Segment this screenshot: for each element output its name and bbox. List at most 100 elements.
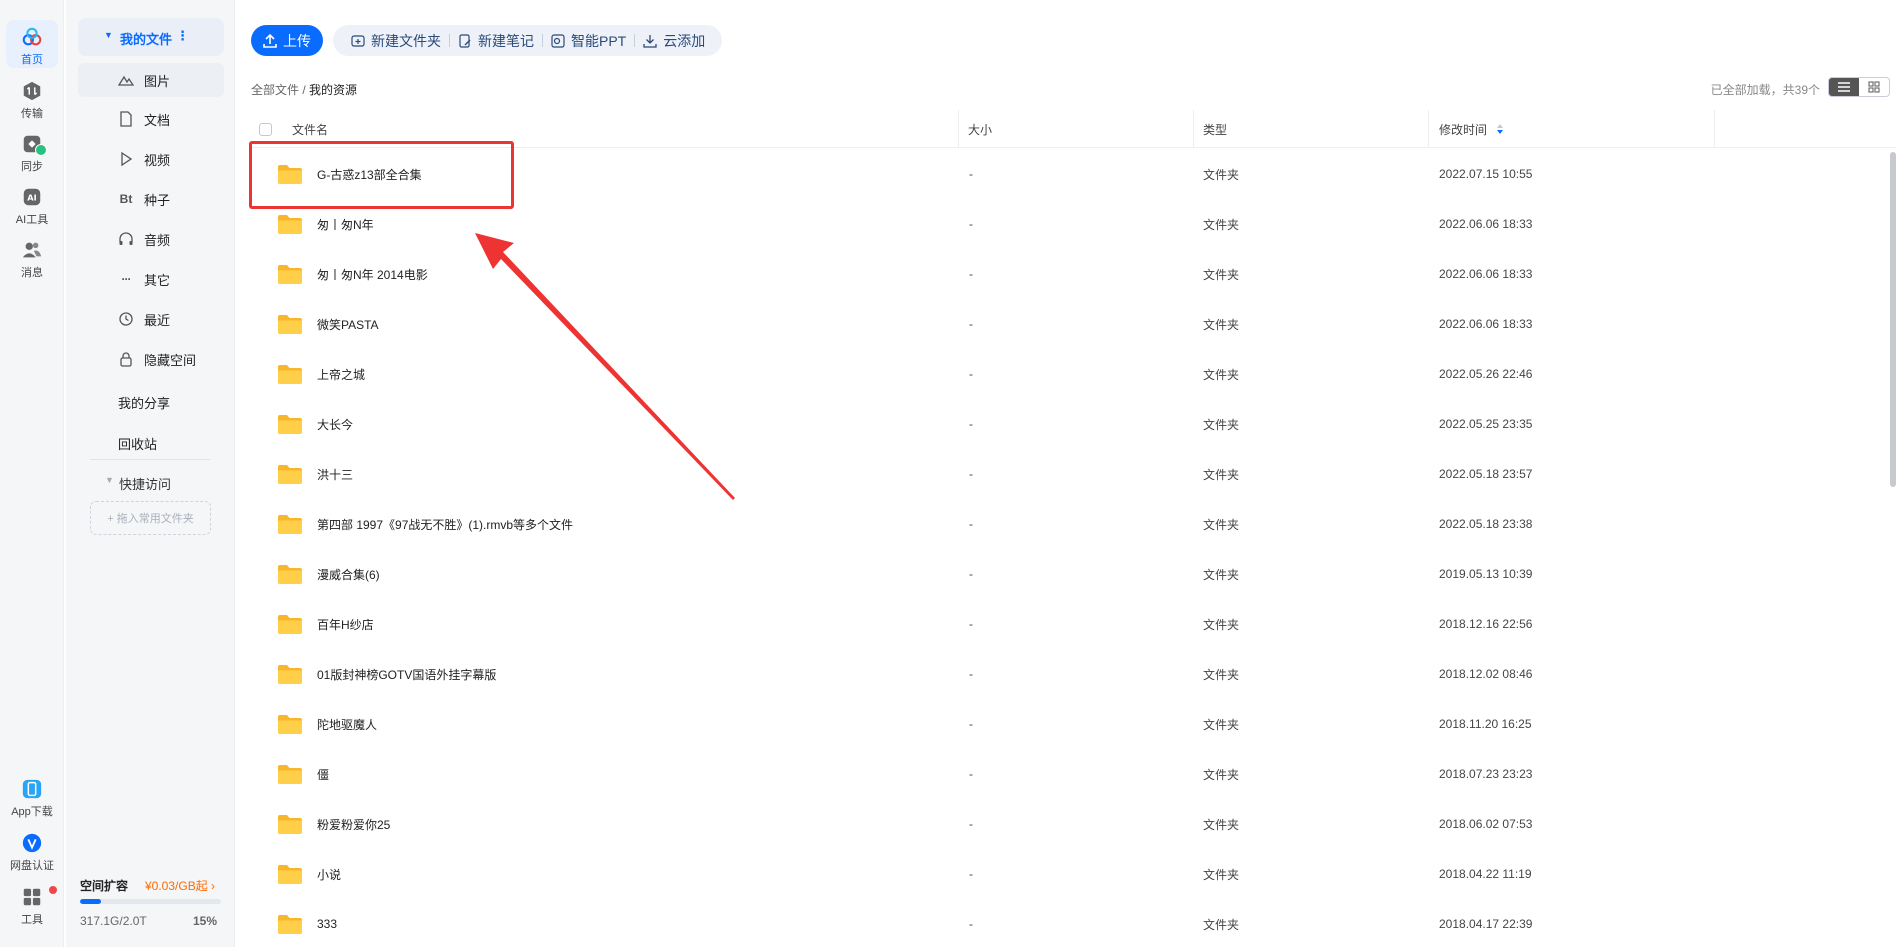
- chevron-right-icon: ›: [211, 879, 216, 893]
- rail-transfer[interactable]: 传输: [0, 80, 64, 121]
- sort-icon: [1497, 124, 1504, 134]
- quota-upgrade-link[interactable]: ¥0.03/GB起 ›: [145, 877, 215, 894]
- file-name[interactable]: 小说: [317, 849, 341, 899]
- breadcrumb-root[interactable]: 全部文件: [251, 83, 299, 97]
- sidebar-item-hidden-space[interactable]: 隐藏空间: [78, 343, 224, 375]
- sidebar-my-files[interactable]: ▼ 我的文件 ⋮: [78, 18, 224, 56]
- sidebar-my-share[interactable]: 我的分享: [118, 393, 170, 412]
- file-name[interactable]: 陀地驱魔人: [317, 699, 377, 749]
- file-modified: 2022.05.26 22:46: [1439, 367, 1533, 381]
- rail-messages-label: 消息: [21, 267, 43, 279]
- file-name[interactable]: 333: [317, 899, 337, 947]
- sidebar-quick-access[interactable]: 快捷访问: [119, 474, 171, 493]
- phone-icon: [22, 779, 42, 799]
- column-divider: [1428, 110, 1429, 148]
- table-row[interactable]: 僵 - 文件夹 2018.07.23 23:23: [251, 749, 1891, 799]
- smart-ppt-button[interactable]: 智能PPT: [543, 31, 634, 51]
- file-modified: 2018.06.02 07:53: [1439, 817, 1533, 831]
- sidebar-item-recent[interactable]: 最近: [78, 303, 224, 335]
- sidebar-item-label: 其它: [144, 272, 171, 288]
- list-view-button[interactable]: [1829, 78, 1859, 96]
- folder-icon: [278, 715, 302, 734]
- quick-access-drop-zone[interactable]: + 拖入常用文件夹: [90, 501, 211, 535]
- headphones-icon: [119, 232, 133, 245]
- sidebar-item-videos[interactable]: 视频: [78, 143, 224, 175]
- svg-text:AI: AI: [27, 193, 36, 203]
- file-name[interactable]: 漫威合集(6): [317, 549, 380, 599]
- file-modified: 2018.12.02 08:46: [1439, 667, 1533, 681]
- grid-view-button[interactable]: [1859, 78, 1889, 96]
- folder-icon: [278, 365, 302, 384]
- new-folder-label: 新建文件夹: [371, 32, 441, 49]
- rail-verify[interactable]: 网盘认证: [0, 832, 64, 873]
- table-row[interactable]: 微笑PASTA - 文件夹 2022.06.06 18:33: [251, 299, 1891, 349]
- rail-tools[interactable]: 工具: [0, 886, 64, 927]
- table-row[interactable]: 陀地驱魔人 - 文件夹 2018.11.20 16:25: [251, 699, 1891, 749]
- file-modified: 2018.12.16 22:56: [1439, 617, 1533, 631]
- folder-icon: [278, 615, 302, 634]
- file-size: -: [969, 167, 973, 181]
- sidebar-item-other[interactable]: ··· 其它: [78, 263, 224, 295]
- file-type: 文件夹: [1203, 417, 1240, 432]
- file-size: -: [969, 667, 973, 681]
- sidebar-recycle-bin[interactable]: 回收站: [118, 434, 157, 453]
- file-name[interactable]: 第四部 1997《97战无不胜》(1).rmvb等多个文件: [317, 499, 573, 549]
- lock-icon: [120, 352, 132, 367]
- sidebar-item-label: 最近: [144, 312, 171, 328]
- table-row[interactable]: 粉爱粉爱你25 - 文件夹 2018.06.02 07:53: [251, 799, 1891, 849]
- rail-ai-tools[interactable]: AI AI工具: [0, 186, 64, 227]
- new-note-button[interactable]: 新建笔记: [450, 31, 542, 51]
- upload-button[interactable]: 上传: [251, 25, 323, 56]
- file-type: 文件夹: [1203, 517, 1240, 532]
- header-modified[interactable]: 修改时间: [1439, 110, 1505, 148]
- clock-icon: [119, 312, 133, 326]
- quota-price: ¥0.03/GB起: [145, 879, 208, 893]
- more-vertical-icon[interactable]: ⋮: [176, 28, 189, 44]
- sidebar-item-audio[interactable]: 音频: [78, 223, 224, 255]
- file-name[interactable]: 微笑PASTA: [317, 299, 379, 349]
- file-name[interactable]: 百年H纱店: [317, 599, 374, 649]
- file-name[interactable]: 匆丨匆N年 2014电影: [317, 249, 428, 299]
- header-size[interactable]: 大小: [968, 110, 992, 148]
- table-row[interactable]: 小说 - 文件夹 2018.04.22 11:19: [251, 849, 1891, 899]
- scrollbar[interactable]: [1890, 152, 1896, 487]
- table-row[interactable]: 洪十三 - 文件夹 2022.05.18 23:57: [251, 449, 1891, 499]
- table-row[interactable]: 01版封神榜GOTV国语外挂字幕版 - 文件夹 2018.12.02 08:46: [251, 649, 1891, 699]
- rail-home[interactable]: 首页: [6, 20, 58, 68]
- sidebar-item-images[interactable]: 图片: [78, 63, 224, 97]
- rail-sync[interactable]: 同步: [0, 133, 64, 174]
- file-name[interactable]: 01版封神榜GOTV国语外挂字幕版: [317, 649, 496, 699]
- grid-apps-icon: [23, 888, 41, 906]
- folder-icon: [278, 315, 302, 334]
- file-name[interactable]: 洪十三: [317, 449, 353, 499]
- table-row[interactable]: 百年H纱店 - 文件夹 2018.12.16 22:56: [251, 599, 1891, 649]
- file-type: 文件夹: [1203, 817, 1240, 832]
- file-name[interactable]: 上帝之城: [317, 349, 365, 399]
- file-size: -: [969, 817, 973, 831]
- quota-percent: 15%: [193, 914, 218, 928]
- ppt-icon: [551, 33, 565, 48]
- smart-ppt-label: 智能PPT: [571, 32, 627, 49]
- file-name[interactable]: 粉爱粉爱你25: [317, 799, 390, 849]
- rail-messages[interactable]: 消息: [0, 239, 64, 280]
- file-name[interactable]: 大长今: [317, 399, 353, 449]
- rail-verify-label: 网盘认证: [10, 860, 54, 872]
- sidebar-item-torrents[interactable]: Bt 种子: [78, 183, 224, 215]
- table-row[interactable]: 333 - 文件夹 2018.04.17 22:39: [251, 899, 1891, 947]
- table-row[interactable]: 匆丨匆N年 2014电影 - 文件夹 2022.06.06 18:33: [251, 249, 1891, 299]
- table-row[interactable]: 大长今 - 文件夹 2022.05.25 23:35: [251, 399, 1891, 449]
- table-row[interactable]: 第四部 1997《97战无不胜》(1).rmvb等多个文件 - 文件夹 2022.05…: [251, 499, 1891, 549]
- new-folder-button[interactable]: 新建文件夹: [343, 31, 449, 51]
- table-row[interactable]: 上帝之城 - 文件夹 2022.05.26 22:46: [251, 349, 1891, 399]
- file-modified: 2022.07.15 10:55: [1439, 167, 1533, 181]
- file-type: 文件夹: [1203, 217, 1240, 232]
- sidebar-item-documents[interactable]: 文档: [78, 103, 224, 135]
- breadcrumb: 全部文件 / 我的资源: [251, 81, 357, 98]
- file-type: 文件夹: [1203, 667, 1240, 682]
- file-name[interactable]: 僵: [317, 749, 329, 799]
- header-type[interactable]: 类型: [1203, 110, 1227, 148]
- table-row[interactable]: 漫威合集(6) - 文件夹 2019.05.13 10:39: [251, 549, 1891, 599]
- cloud-add-button[interactable]: 云添加: [635, 31, 713, 51]
- rail-sync-label: 同步: [21, 161, 43, 173]
- rail-app-download[interactable]: App下载: [0, 778, 64, 819]
